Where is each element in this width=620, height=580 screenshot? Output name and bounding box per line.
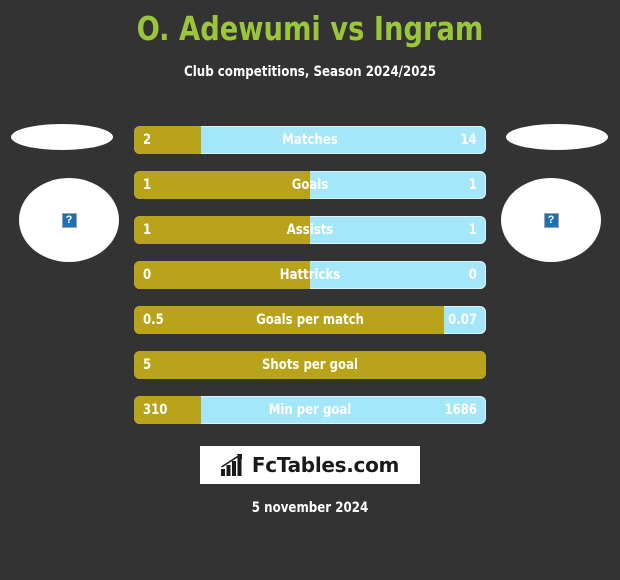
stat-bar-away-value: 1: [468, 222, 477, 238]
away-flag-placeholder: [506, 124, 608, 150]
stat-bar-list: Matches 2 14 Goals 1 1 Assists 1 1 Hattricks 0 0 Goa…: [134, 126, 486, 441]
broken-image-icon: ?: [543, 212, 559, 228]
broken-image-icon: ?: [61, 212, 77, 228]
stat-bar-row: Shots per goal 5: [134, 351, 486, 379]
stat-bar-away-value: 0: [468, 267, 477, 283]
stat-bar-label: Assists: [286, 222, 334, 238]
date-label: 5 november 2024: [251, 500, 369, 516]
home-player-card: ?: [0, 110, 134, 270]
away-photo-placeholder: ?: [501, 178, 601, 262]
stat-bar-home-value: 2: [143, 132, 152, 148]
stat-bar-label: Shots per goal: [261, 357, 359, 373]
stat-bar-label: Matches: [282, 132, 338, 148]
comparison-infographic: O. Adewumi vs Ingram Club competitions, …: [0, 0, 620, 580]
stat-bar-home-value: 1: [143, 177, 152, 193]
stat-bar-label: Min per goal: [268, 402, 352, 418]
stat-bar-home-value: 310: [143, 402, 168, 418]
fctables-logo-text: FcTables.com: [251, 453, 400, 477]
stat-bar-label: Hattricks: [279, 267, 341, 283]
stat-bar-home-value: 5: [143, 357, 152, 373]
stat-bar-away-value: 14: [460, 132, 477, 148]
fctables-logo[interactable]: FcTables.com: [200, 446, 420, 484]
stat-bar-away-value: 0.07: [448, 312, 477, 328]
stat-bar-row: Min per goal 310 1686: [134, 396, 486, 424]
stat-bar-label: Goals: [291, 177, 329, 193]
stat-bar-away-value: 1686: [444, 402, 477, 418]
stat-bar-home-value: 0: [143, 267, 152, 283]
away-player-card: ?: [486, 110, 620, 270]
stat-bar-row: Matches 2 14: [134, 126, 486, 154]
stat-bar-label: Goals per match: [256, 312, 364, 328]
stat-bar-home-value: 1: [143, 222, 152, 238]
stat-bar-home-value: 0.5: [143, 312, 164, 328]
stat-bar-row: Assists 1 1: [134, 216, 486, 244]
stat-bar-away-value: 1: [468, 177, 477, 193]
home-flag-placeholder: [11, 124, 113, 150]
home-photo-placeholder: ?: [19, 178, 119, 262]
page-subtitle: Club competitions, Season 2024/2025: [184, 64, 436, 80]
bar-chart-growth-icon: [220, 454, 242, 476]
page-title: O. Adewumi vs Ingram: [136, 9, 484, 48]
header: O. Adewumi vs Ingram Club competitions, …: [0, 0, 620, 81]
stat-bar-row: Hattricks 0 0: [134, 261, 486, 289]
stat-bar-row: Goals per match 0.5 0.07: [134, 306, 486, 334]
stat-bar-row: Goals 1 1: [134, 171, 486, 199]
